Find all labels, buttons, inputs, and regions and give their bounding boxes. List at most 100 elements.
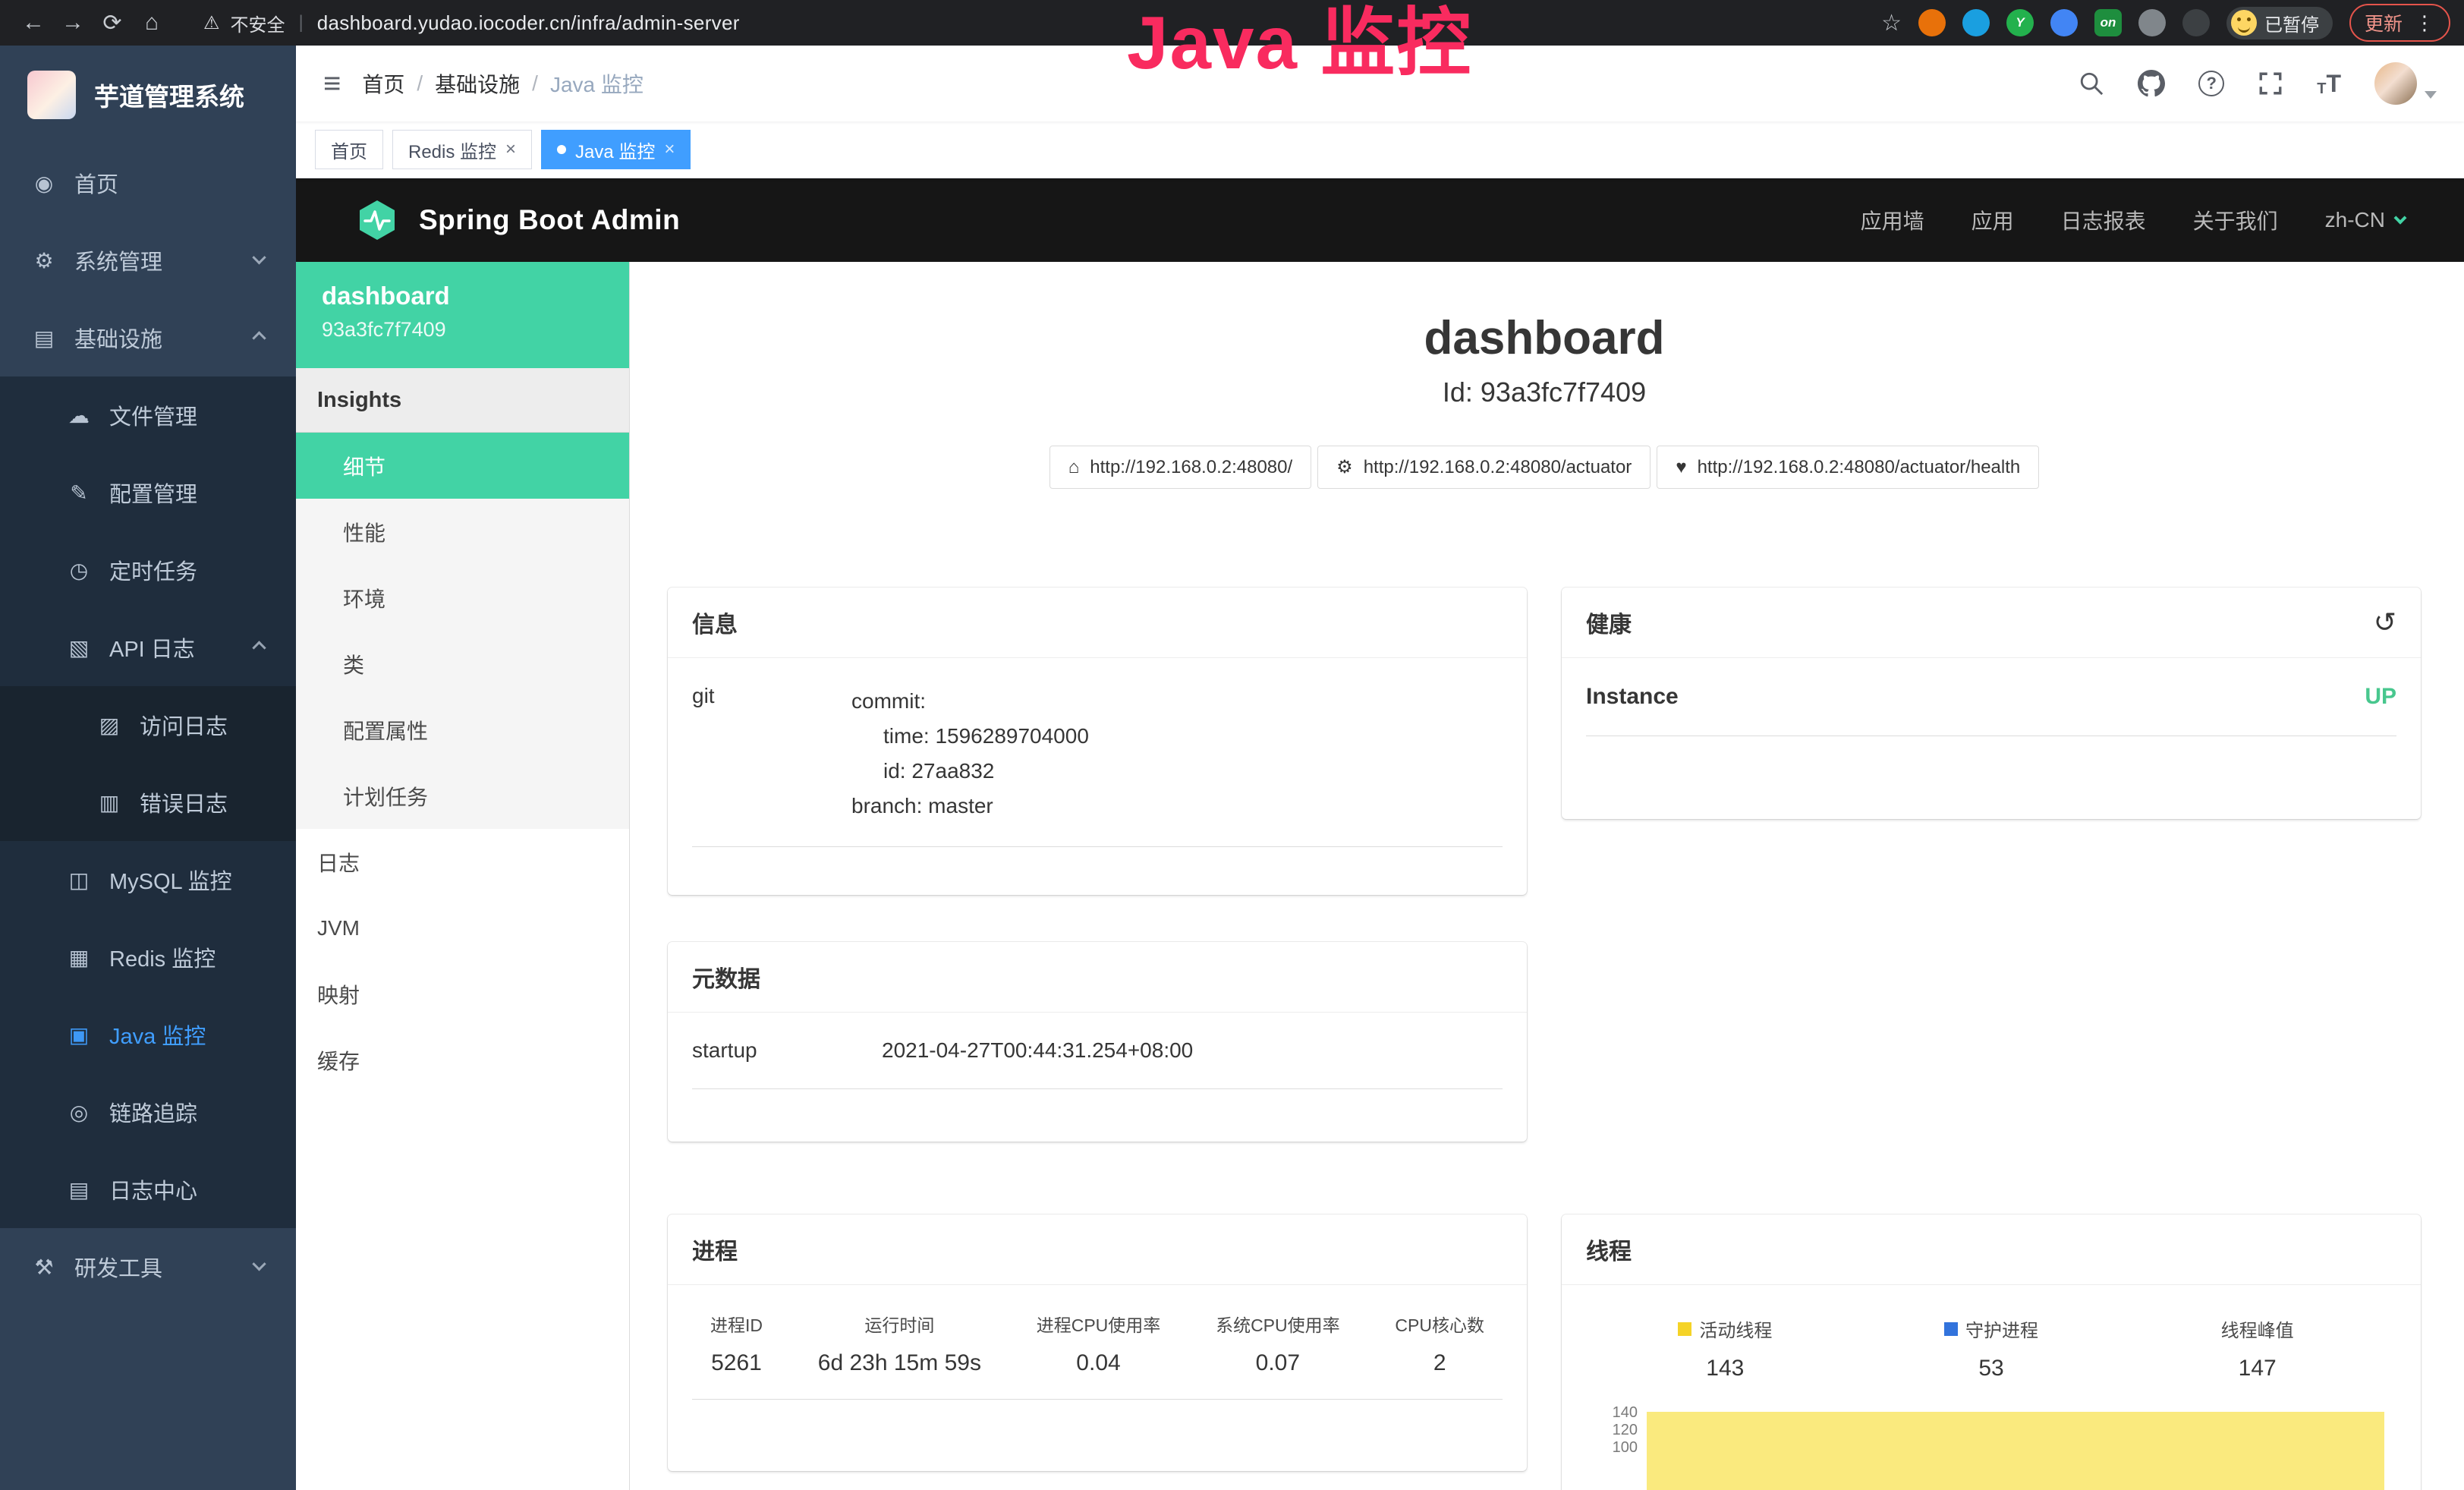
sidebar-item-tracing[interactable]: ◎ 链路追踪 bbox=[0, 1073, 296, 1151]
sidebar-item-redis-monitor[interactable]: ▦ Redis 监控 bbox=[0, 918, 296, 996]
sba-locale-select[interactable]: zh-CN bbox=[2325, 208, 2405, 232]
browser-back-icon[interactable]: ← bbox=[14, 10, 53, 36]
sba-item-config-props[interactable]: 配置属性 bbox=[296, 697, 629, 763]
close-icon[interactable]: × bbox=[664, 139, 675, 160]
sidebar-item-infrastructure[interactable]: ▤ 基础设施 bbox=[0, 299, 296, 376]
sidebar-item-java-monitor[interactable]: ▣ Java 监控 bbox=[0, 996, 296, 1073]
actuator-url-link[interactable]: ⚙ http://192.168.0.2:48080/actuator bbox=[1317, 446, 1651, 489]
extension-icon-grid[interactable] bbox=[2050, 9, 2078, 36]
health-url-link[interactable]: ♥ http://192.168.0.2:48080/actuator/heal… bbox=[1657, 446, 2039, 489]
sidebar-item-home[interactable]: ◉ 首页 bbox=[0, 144, 296, 222]
extension-icon-green[interactable]: Y bbox=[2006, 9, 2034, 36]
extension-icon-orange[interactable] bbox=[1918, 9, 1946, 36]
git-commit-line: commit: bbox=[851, 684, 1089, 719]
sidebar-collapse-icon[interactable]: ≡ bbox=[323, 67, 341, 101]
user-menu[interactable] bbox=[2374, 62, 2437, 105]
sidebar-item-file-mgmt[interactable]: ☁ 文件管理 bbox=[0, 376, 296, 454]
card-title: 信息 bbox=[692, 606, 738, 639]
browser-reload-icon[interactable]: ⟳ bbox=[93, 10, 132, 36]
sidebar-item-error-logs[interactable]: ▥ 错误日志 bbox=[0, 764, 296, 841]
sidebar-item-scheduled-jobs[interactable]: ◷ 定时任务 bbox=[0, 531, 296, 609]
help-icon[interactable]: ? bbox=[2198, 71, 2224, 96]
sba-item-logs[interactable]: 日志 bbox=[296, 829, 629, 895]
service-url-link[interactable]: ⌂ http://192.168.0.2:48080/ bbox=[1049, 446, 1311, 489]
sba-nav-journal[interactable]: 日志报表 bbox=[2061, 205, 2146, 235]
sba-item-scheduled-tasks[interactable]: 计划任务 bbox=[296, 763, 629, 829]
bookmark-star-icon[interactable]: ☆ bbox=[1881, 10, 1902, 36]
profile-paused-chip[interactable]: 已暂停 bbox=[2226, 7, 2333, 39]
address-bar[interactable]: ⚠ 不安全 | dashboard.yudao.iocoder.cn/infra… bbox=[187, 6, 1866, 39]
health-row-instance: Instance UP bbox=[1586, 684, 2396, 736]
browser-menu-icon[interactable]: ⋮ bbox=[2415, 11, 2435, 35]
close-icon[interactable]: × bbox=[505, 139, 516, 160]
sidebar-item-label: 文件管理 bbox=[109, 399, 197, 431]
home-icon: ◉ bbox=[30, 171, 58, 196]
sba-instance-header[interactable]: dashboard 93a3fc7f7409 bbox=[296, 262, 629, 368]
github-icon[interactable] bbox=[2138, 70, 2165, 97]
sba-item-environment[interactable]: 环境 bbox=[296, 565, 629, 631]
sidebar-item-label: 定时任务 bbox=[109, 554, 197, 586]
sba-brand-title[interactable]: Spring Boot Admin bbox=[419, 204, 680, 236]
history-icon[interactable]: ↺ bbox=[2374, 606, 2396, 638]
tools-icon: ⚒ bbox=[30, 1255, 58, 1280]
extension-icon-puzzle[interactable] bbox=[2182, 9, 2210, 36]
ext-letter: Y bbox=[2016, 15, 2024, 30]
sba-item-mappings[interactable]: 映射 bbox=[296, 961, 629, 1027]
instance-links: ⌂ http://192.168.0.2:48080/ ⚙ http://192… bbox=[668, 446, 2421, 489]
sidebar-item-system-mgmt[interactable]: ⚙ 系统管理 bbox=[0, 222, 296, 299]
browser-forward-icon[interactable]: → bbox=[53, 10, 93, 36]
profile-avatar bbox=[2231, 10, 2257, 36]
tab-redis-monitor[interactable]: Redis 监控 × bbox=[392, 130, 532, 169]
sidebar-item-api-logs[interactable]: ▧ API 日志 bbox=[0, 609, 296, 686]
security-label[interactable]: 不安全 bbox=[231, 10, 285, 36]
breadcrumb-separator: / bbox=[532, 71, 538, 96]
chevron-down-icon bbox=[252, 250, 266, 264]
wrench-icon: ⚙ bbox=[1336, 456, 1353, 478]
sidebar-item-config-mgmt[interactable]: ✎ 配置管理 bbox=[0, 454, 296, 531]
sidebar-item-label: 访问日志 bbox=[140, 709, 228, 741]
link-url: http://192.168.0.2:48080/actuator/health bbox=[1698, 457, 2021, 478]
threads-card: 线程 活动线程 143 bbox=[1562, 1214, 2421, 1490]
legend-value: 143 bbox=[1592, 1356, 1858, 1381]
extension-icon-blue-drop[interactable] bbox=[1962, 9, 1990, 36]
sba-item-jvm[interactable]: JVM bbox=[296, 895, 629, 961]
blue-swatch-icon bbox=[1944, 1322, 1958, 1336]
sidebar-item-dev-tools[interactable]: ⚒ 研发工具 bbox=[0, 1228, 296, 1306]
sba-item-caches[interactable]: 缓存 bbox=[296, 1027, 629, 1093]
browser-home-icon[interactable]: ⌂ bbox=[132, 10, 172, 36]
app-sidebar: 芋道管理系统 ◉ 首页 ⚙ 系统管理 ▤ 基础设施 ☁ 文件管理 ✎ bbox=[0, 46, 296, 1490]
sba-item-classes[interactable]: 类 bbox=[296, 631, 629, 697]
app-logo[interactable]: 芋道管理系统 bbox=[0, 46, 296, 144]
sba-section-insights: Insights bbox=[296, 368, 629, 433]
extension-icon-gray[interactable] bbox=[2138, 9, 2166, 36]
sba-nav-about[interactable]: 关于我们 bbox=[2193, 205, 2278, 235]
url-text[interactable]: dashboard.yudao.iocoder.cn/infra/admin-s… bbox=[317, 11, 740, 35]
sidebar-item-access-logs[interactable]: ▨ 访问日志 bbox=[0, 686, 296, 764]
font-size-icon[interactable]: TT bbox=[2317, 70, 2341, 98]
column-value: 2 bbox=[1395, 1350, 1484, 1376]
instance-id: 93a3fc7f7409 bbox=[322, 318, 603, 342]
sidebar-item-log-center[interactable]: ▤ 日志中心 bbox=[0, 1151, 296, 1228]
search-icon[interactable] bbox=[2079, 71, 2104, 96]
y-tick: 140 bbox=[1592, 1404, 1638, 1422]
chart-plot-area bbox=[1645, 1404, 2390, 1457]
breadcrumb-home[interactable]: 首页 bbox=[362, 68, 404, 99]
sba-item-metrics[interactable]: 性能 bbox=[296, 499, 629, 565]
sba-nav-wallboard[interactable]: 应用墙 bbox=[1861, 205, 1924, 235]
breadcrumb-infrastructure[interactable]: 基础设施 bbox=[435, 68, 520, 99]
sidebar-item-mysql-monitor[interactable]: ◫ MySQL 监控 bbox=[0, 841, 296, 918]
font-small-t: T bbox=[2317, 80, 2326, 98]
log-icon: ▧ bbox=[65, 635, 93, 660]
extension-icon-on-badge[interactable]: on bbox=[2094, 9, 2122, 36]
fullscreen-icon[interactable] bbox=[2258, 71, 2283, 96]
browser-update-button[interactable]: 更新 ⋮ bbox=[2349, 4, 2450, 42]
y-tick: 100 bbox=[1592, 1439, 1638, 1457]
cards-grid: 信息 git commit: time: 1596289704000 id: 2… bbox=[668, 587, 2421, 1490]
page-layout: 芋道管理系统 ◉ 首页 ⚙ 系统管理 ▤ 基础设施 ☁ 文件管理 ✎ bbox=[0, 46, 2464, 1490]
instance-subtitle: Id: 93a3fc7f7409 bbox=[668, 379, 2421, 406]
sba-nav-applications[interactable]: 应用 bbox=[1972, 205, 2014, 235]
process-col-cores: CPU核心数 2 bbox=[1395, 1311, 1484, 1376]
tab-home[interactable]: 首页 bbox=[315, 130, 383, 169]
tab-java-monitor[interactable]: Java 监控 × bbox=[541, 130, 691, 169]
sba-item-details[interactable]: 细节 bbox=[296, 433, 629, 499]
